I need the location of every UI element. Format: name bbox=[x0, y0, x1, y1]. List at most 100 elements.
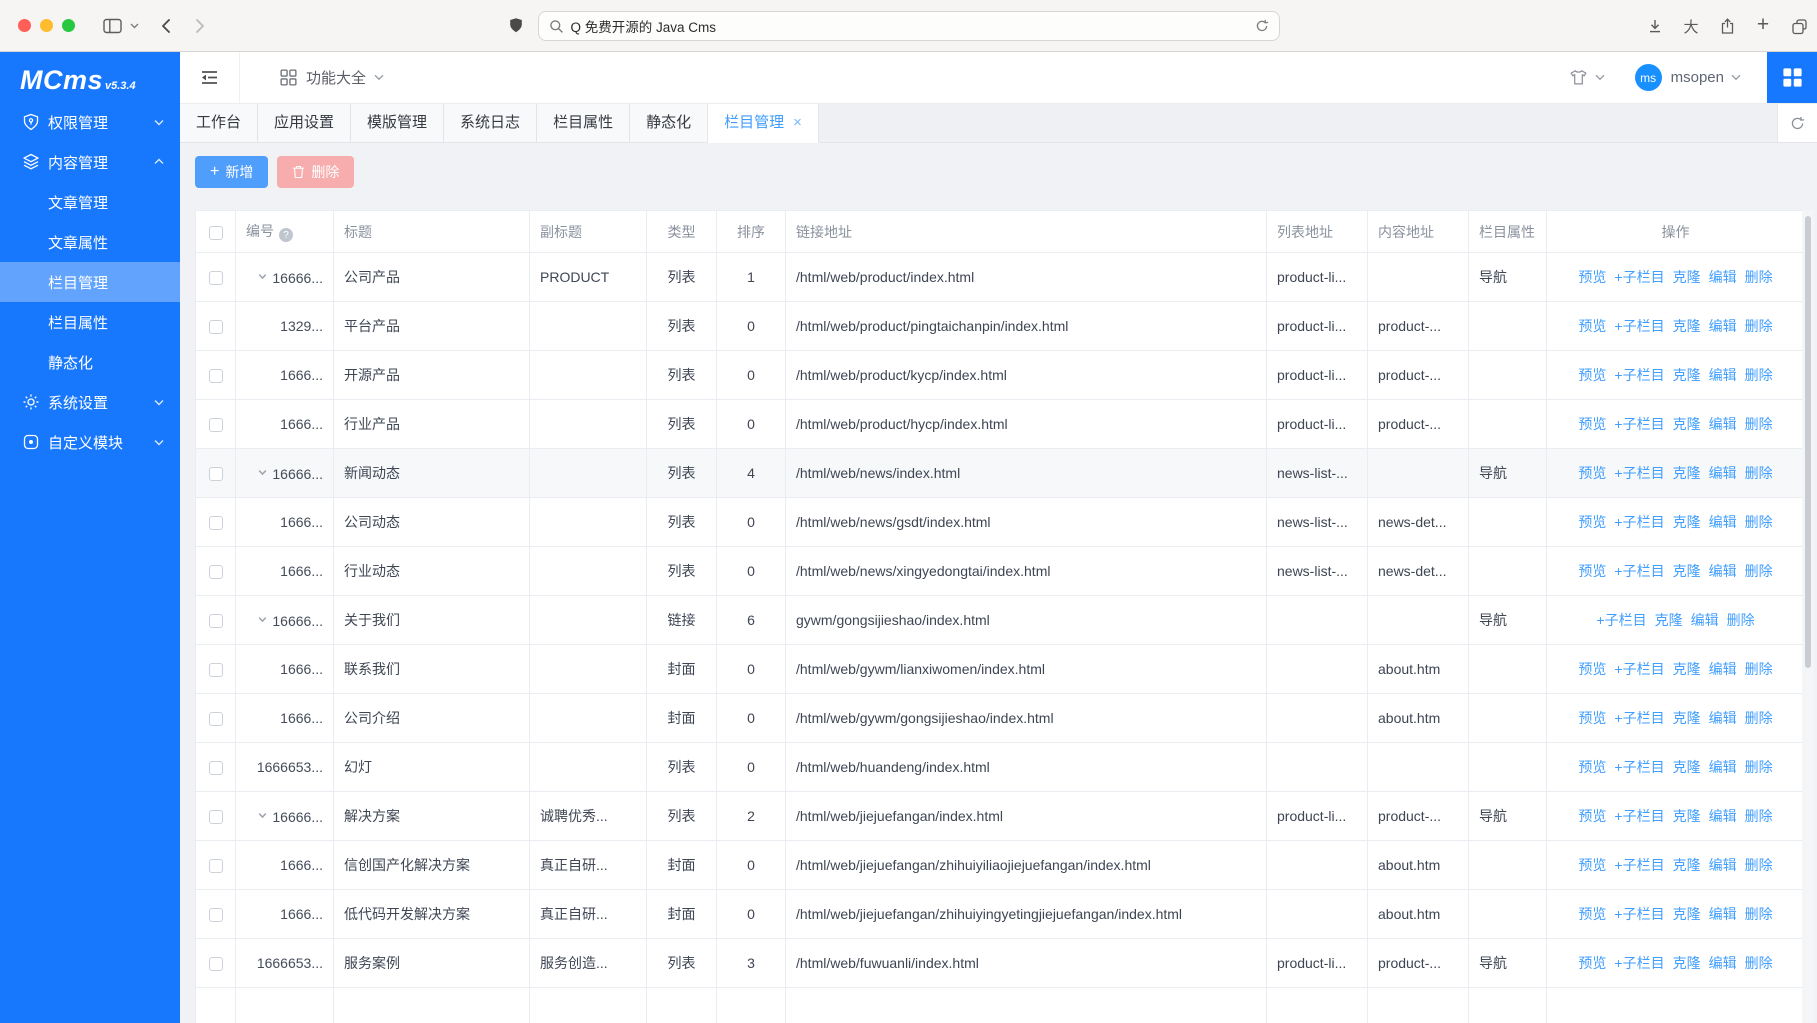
tab-system-log[interactable]: 系统日志 bbox=[444, 104, 537, 142]
action-delete[interactable]: 删除 bbox=[1745, 955, 1773, 971]
action-delete[interactable]: 删除 bbox=[1745, 465, 1773, 481]
action-clone[interactable]: 克隆 bbox=[1673, 318, 1701, 334]
tab-template-manage[interactable]: 模版管理 bbox=[351, 104, 444, 142]
action-add-subcolumn[interactable]: +子栏目 bbox=[1614, 808, 1664, 824]
action-preview[interactable]: 预览 bbox=[1578, 710, 1606, 726]
action-delete[interactable]: 删除 bbox=[1745, 563, 1773, 579]
action-preview[interactable]: 预览 bbox=[1578, 269, 1606, 285]
action-preview[interactable]: 预览 bbox=[1578, 416, 1606, 432]
action-clone[interactable]: 克隆 bbox=[1673, 661, 1701, 677]
forward-button[interactable] bbox=[195, 18, 205, 34]
action-clone[interactable]: 克隆 bbox=[1673, 808, 1701, 824]
expand-caret-icon[interactable] bbox=[257, 808, 268, 824]
action-clone[interactable]: 克隆 bbox=[1673, 514, 1701, 530]
action-preview[interactable]: 预览 bbox=[1578, 857, 1606, 873]
action-edit[interactable]: 编辑 bbox=[1709, 759, 1737, 775]
action-clone[interactable]: 克隆 bbox=[1673, 906, 1701, 922]
sidebar-subitem-article-attrs[interactable]: 文章属性 bbox=[0, 222, 180, 262]
action-edit[interactable]: 编辑 bbox=[1709, 367, 1737, 383]
row-checkbox[interactable] bbox=[209, 516, 223, 530]
help-icon[interactable]: ? bbox=[279, 228, 293, 242]
share-icon[interactable] bbox=[1709, 18, 1745, 35]
expand-caret-icon[interactable] bbox=[257, 612, 268, 628]
zoom-window-button[interactable] bbox=[62, 19, 75, 32]
action-delete[interactable]: 删除 bbox=[1727, 612, 1755, 628]
action-edit[interactable]: 编辑 bbox=[1709, 269, 1737, 285]
action-preview[interactable]: 预览 bbox=[1578, 465, 1606, 481]
row-checkbox[interactable] bbox=[209, 271, 223, 285]
action-add-subcolumn[interactable]: +子栏目 bbox=[1614, 367, 1664, 383]
tab-column-attrs[interactable]: 栏目属性 bbox=[537, 104, 630, 142]
action-clone[interactable]: 克隆 bbox=[1673, 465, 1701, 481]
row-checkbox[interactable] bbox=[209, 418, 223, 432]
minimize-window-button[interactable] bbox=[40, 19, 53, 32]
new-tab-icon[interactable]: + bbox=[1745, 16, 1781, 37]
action-clone[interactable]: 克隆 bbox=[1673, 367, 1701, 383]
action-edit[interactable]: 编辑 bbox=[1709, 465, 1737, 481]
chevron-down-icon[interactable] bbox=[130, 23, 139, 29]
action-edit[interactable]: 编辑 bbox=[1709, 318, 1737, 334]
action-preview[interactable]: 预览 bbox=[1578, 318, 1606, 334]
action-clone[interactable]: 克隆 bbox=[1673, 269, 1701, 285]
row-checkbox[interactable] bbox=[209, 908, 223, 922]
action-edit[interactable]: 编辑 bbox=[1709, 808, 1737, 824]
action-preview[interactable]: 预览 bbox=[1578, 808, 1606, 824]
action-preview[interactable]: 预览 bbox=[1578, 759, 1606, 775]
action-delete[interactable]: 删除 bbox=[1745, 710, 1773, 726]
tab-app-settings[interactable]: 应用设置 bbox=[258, 104, 351, 142]
username[interactable]: msopen bbox=[1671, 69, 1724, 86]
action-clone[interactable]: 克隆 bbox=[1673, 563, 1701, 579]
apps-grid-button[interactable] bbox=[1767, 52, 1817, 103]
tab-overview-icon[interactable] bbox=[1781, 18, 1817, 35]
action-delete[interactable]: 删除 bbox=[1745, 367, 1773, 383]
action-delete[interactable]: 删除 bbox=[1745, 318, 1773, 334]
privacy-shield-icon[interactable] bbox=[508, 17, 524, 34]
menu-fold-icon[interactable] bbox=[200, 69, 219, 86]
action-add-subcolumn[interactable]: +子栏目 bbox=[1614, 857, 1664, 873]
action-add-subcolumn[interactable]: +子栏目 bbox=[1614, 465, 1664, 481]
expand-caret-icon[interactable] bbox=[257, 269, 268, 285]
delete-button[interactable]: 删除 bbox=[277, 156, 354, 188]
row-checkbox[interactable] bbox=[209, 663, 223, 677]
action-edit[interactable]: 编辑 bbox=[1709, 710, 1737, 726]
action-add-subcolumn[interactable]: +子栏目 bbox=[1614, 906, 1664, 922]
sidebar-item-custom-module[interactable]: 自定义模块 bbox=[0, 422, 180, 462]
action-edit[interactable]: 编辑 bbox=[1709, 857, 1737, 873]
action-clone[interactable]: 克隆 bbox=[1673, 416, 1701, 432]
action-add-subcolumn[interactable]: +子栏目 bbox=[1614, 661, 1664, 677]
action-delete[interactable]: 删除 bbox=[1745, 514, 1773, 530]
action-edit[interactable]: 编辑 bbox=[1691, 612, 1719, 628]
action-edit[interactable]: 编辑 bbox=[1709, 563, 1737, 579]
action-add-subcolumn[interactable]: +子栏目 bbox=[1614, 955, 1664, 971]
close-window-button[interactable] bbox=[18, 19, 31, 32]
downloads-icon[interactable] bbox=[1637, 18, 1673, 34]
action-preview[interactable]: 预览 bbox=[1578, 367, 1606, 383]
address-search-field[interactable]: Q 免费开源的 Java Cms bbox=[538, 11, 1280, 41]
back-button[interactable] bbox=[161, 18, 171, 34]
theme-skin-icon[interactable] bbox=[1569, 69, 1588, 86]
action-edit[interactable]: 编辑 bbox=[1709, 416, 1737, 432]
expand-caret-icon[interactable] bbox=[257, 465, 268, 481]
action-add-subcolumn[interactable]: +子栏目 bbox=[1596, 612, 1646, 628]
row-checkbox[interactable] bbox=[209, 810, 223, 824]
action-delete[interactable]: 删除 bbox=[1745, 661, 1773, 677]
scrollbar-thumb[interactable] bbox=[1805, 216, 1811, 668]
row-checkbox[interactable] bbox=[209, 957, 223, 971]
action-add-subcolumn[interactable]: +子栏目 bbox=[1614, 563, 1664, 579]
sidebar-item-system[interactable]: 系统设置 bbox=[0, 382, 180, 422]
action-clone[interactable]: 克隆 bbox=[1673, 759, 1701, 775]
action-preview[interactable]: 预览 bbox=[1578, 906, 1606, 922]
action-edit[interactable]: 编辑 bbox=[1709, 514, 1737, 530]
sidebar-subitem-column-manage[interactable]: 栏目管理 bbox=[0, 262, 180, 302]
row-checkbox[interactable] bbox=[209, 320, 223, 334]
action-delete[interactable]: 删除 bbox=[1745, 416, 1773, 432]
select-all-checkbox[interactable] bbox=[209, 226, 223, 240]
action-preview[interactable]: 预览 bbox=[1578, 955, 1606, 971]
row-checkbox[interactable] bbox=[209, 369, 223, 383]
action-clone[interactable]: 克隆 bbox=[1673, 955, 1701, 971]
row-checkbox[interactable] bbox=[209, 614, 223, 628]
user-avatar[interactable]: ms bbox=[1635, 64, 1662, 91]
action-clone[interactable]: 克隆 bbox=[1673, 857, 1701, 873]
row-checkbox[interactable] bbox=[209, 859, 223, 873]
action-add-subcolumn[interactable]: +子栏目 bbox=[1614, 759, 1664, 775]
